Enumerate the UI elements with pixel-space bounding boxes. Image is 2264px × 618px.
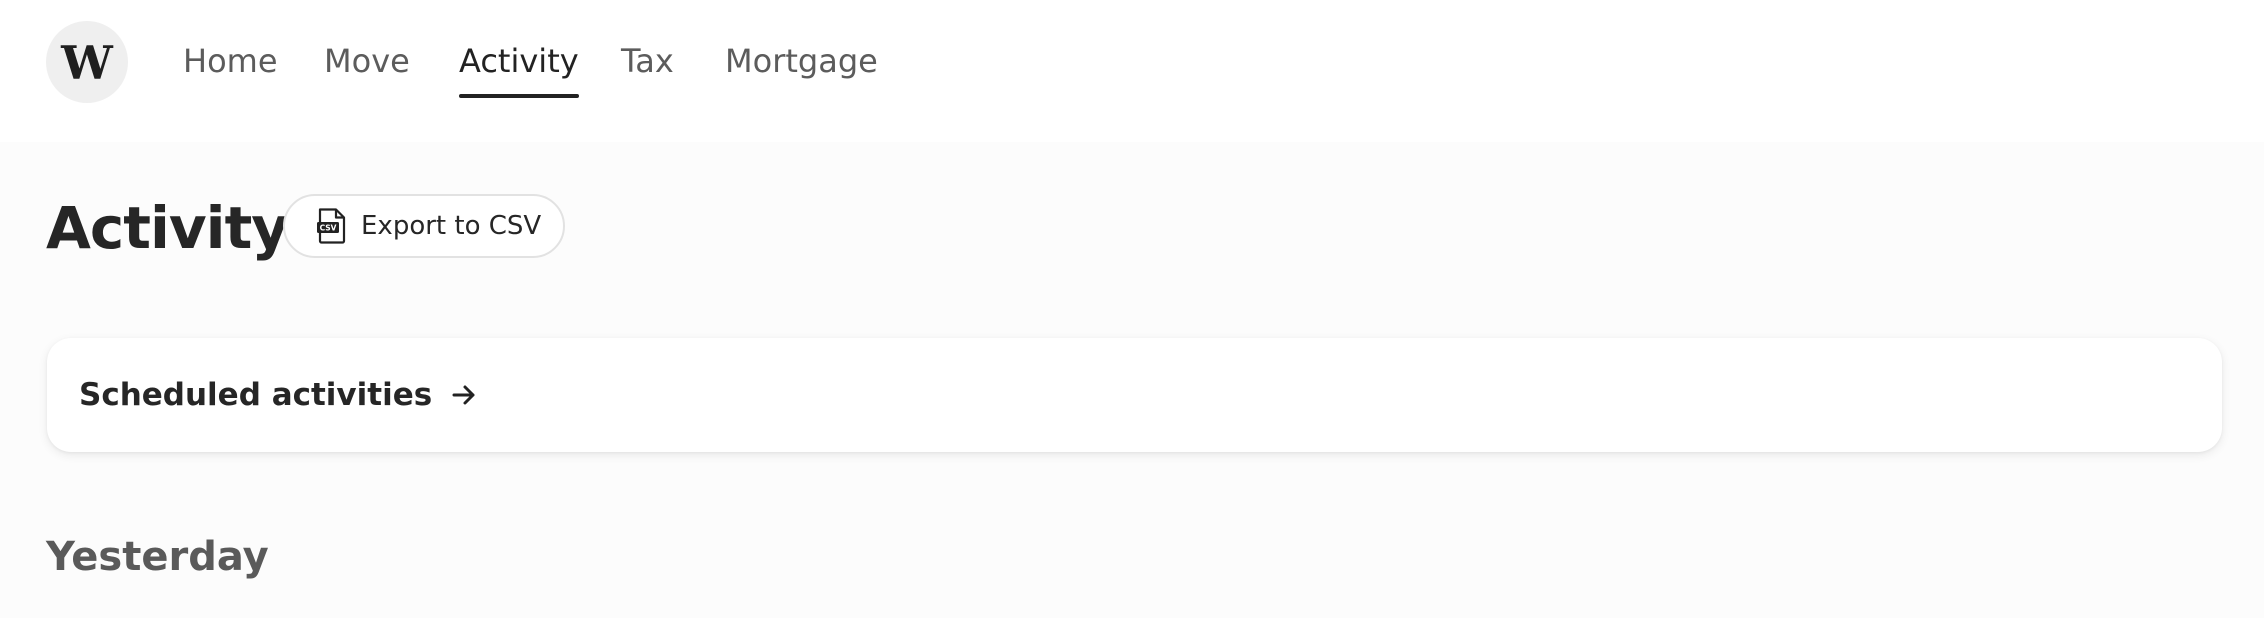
scheduled-activities-card[interactable]: Scheduled activities: [47, 338, 2222, 452]
logo-letter: W: [61, 36, 113, 90]
scheduled-activities-label: Scheduled activities: [79, 377, 433, 413]
nav-item-move[interactable]: Move: [324, 38, 410, 98]
section-heading-yesterday: Yesterday: [46, 534, 269, 580]
nav-item-activity[interactable]: Activity: [459, 38, 579, 98]
nav-item-mortgage[interactable]: Mortgage: [725, 38, 878, 98]
nav-item-home[interactable]: Home: [183, 38, 278, 98]
nav-item-tax[interactable]: Tax: [621, 38, 674, 98]
logo-icon[interactable]: W: [46, 21, 128, 103]
export-csv-button[interactable]: CSV Export to CSV: [283, 194, 565, 258]
csv-file-icon: CSV: [317, 208, 346, 244]
top-navigation: W Home Move Activity Tax Mortgage: [0, 0, 2264, 142]
arrow-right-icon: [452, 385, 475, 405]
export-csv-label: Export to CSV: [361, 211, 542, 241]
page-title: Activity: [46, 194, 289, 262]
csv-icon-text: CSV: [320, 224, 337, 233]
